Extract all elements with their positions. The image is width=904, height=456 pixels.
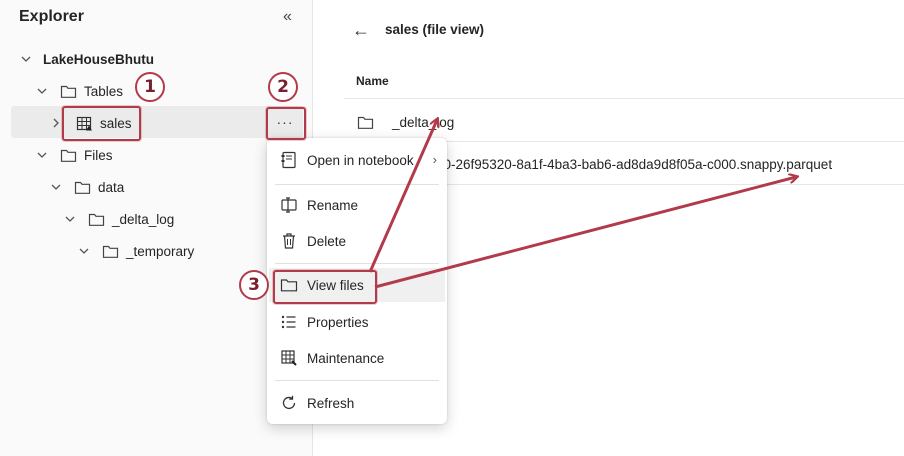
file-row-delta-log[interactable]: _delta_log [356, 110, 454, 134]
collapse-icon[interactable]: « [283, 8, 292, 26]
tree-item-delta-log[interactable]: _delta_log [63, 207, 174, 231]
tree-item-label: data [98, 179, 125, 195]
notebook-icon [279, 150, 299, 170]
menu-item-open-in-notebook[interactable]: Open in notebook › [267, 143, 447, 177]
menu-divider [275, 380, 439, 381]
tree-item-label: Files [84, 147, 113, 163]
chevron-down-icon[interactable] [35, 148, 49, 162]
menu-item-label: Maintenance [307, 350, 385, 366]
annotation-badge-3: 3 [239, 270, 269, 300]
file-row-parquet[interactable]: 00-26f95320-8a1f-4ba3-bab6-ad8da9d8f05a-… [436, 152, 832, 176]
back-arrow-icon[interactable]: ← [352, 20, 370, 41]
delete-icon [279, 231, 299, 251]
menu-item-label: Refresh [307, 395, 355, 411]
column-header-name[interactable]: Name [356, 74, 389, 88]
maintenance-icon [279, 348, 299, 368]
menu-divider [275, 263, 439, 264]
rename-icon [279, 195, 299, 215]
chevron-right-icon: › [432, 152, 437, 167]
chevron-down-icon[interactable] [35, 84, 49, 98]
annotation-badge-1: 1 [135, 72, 165, 102]
chevron-down-icon[interactable] [49, 180, 63, 194]
tree-item-data[interactable]: data [49, 175, 124, 199]
chevron-down-icon[interactable] [63, 212, 77, 226]
refresh-icon [279, 393, 299, 413]
file-name: _delta_log [392, 114, 455, 130]
menu-item-maintenance[interactable]: Maintenance [267, 341, 447, 375]
tree-item-label: LakeHouseBhutu [43, 51, 155, 67]
menu-item-refresh[interactable]: Refresh [267, 386, 447, 420]
annotation-box-more [266, 107, 306, 140]
menu-item-label: Delete [307, 233, 347, 249]
explorer-title: Explorer [19, 8, 84, 25]
chevron-down-icon[interactable] [77, 244, 91, 258]
properties-icon [279, 312, 299, 332]
folder-icon [59, 83, 77, 99]
folder-icon [87, 211, 105, 227]
tree-item-label: _temporary [126, 243, 195, 259]
menu-item-properties[interactable]: Properties [267, 305, 447, 339]
file-name: 00-26f95320-8a1f-4ba3-bab6-ad8da9d8f05a-… [436, 156, 833, 172]
header-divider [344, 98, 904, 99]
annotation-box-sales [62, 106, 141, 141]
menu-item-label: Properties [307, 314, 369, 330]
menu-item-label: Rename [307, 197, 359, 213]
annotation-badge-2: 2 [268, 72, 298, 102]
menu-item-label: Open in notebook [307, 152, 414, 168]
tree-item-temporary[interactable]: _temporary [77, 239, 194, 263]
tree-item-root[interactable]: LakeHouseBhutu [19, 47, 154, 71]
menu-item-delete[interactable]: Delete [267, 224, 447, 258]
tree-item-label: _delta_log [112, 211, 175, 227]
folder-icon [101, 243, 119, 259]
folder-icon [73, 179, 91, 195]
folder-icon [59, 147, 77, 163]
tree-item-files[interactable]: Files [35, 143, 113, 167]
tree-item-tables[interactable]: Tables [35, 79, 123, 103]
chevron-down-icon[interactable] [19, 52, 33, 66]
menu-item-rename[interactable]: Rename [267, 188, 447, 222]
file-view-title: sales (file view) [385, 22, 485, 37]
folder-icon [356, 114, 374, 130]
chevron-right-icon[interactable] [49, 116, 63, 130]
menu-divider [275, 184, 439, 185]
annotation-box-view-files [273, 270, 377, 304]
tree-item-label: Tables [84, 83, 124, 99]
